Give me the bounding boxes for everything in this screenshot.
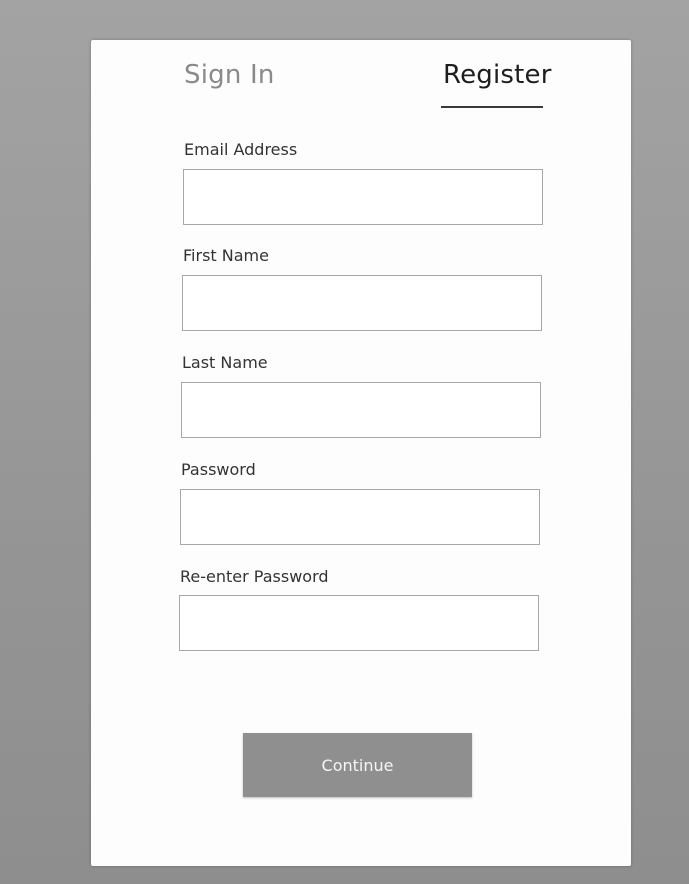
- active-tab-indicator: [441, 106, 543, 108]
- email-label: Email Address: [184, 140, 298, 159]
- tab-sign-in[interactable]: Sign In: [184, 58, 275, 92]
- first-name-label: First Name: [183, 246, 269, 265]
- last-name-field[interactable]: [181, 382, 541, 438]
- continue-button[interactable]: Continue: [243, 733, 472, 797]
- password-field[interactable]: [180, 489, 540, 545]
- password-label: Password: [181, 460, 256, 479]
- last-name-label: Last Name: [182, 353, 268, 372]
- tab-register[interactable]: Register: [443, 58, 552, 92]
- reenter-password-label: Re-enter Password: [180, 567, 329, 586]
- email-field[interactable]: [183, 169, 543, 225]
- first-name-field[interactable]: [182, 275, 542, 331]
- reenter-password-field[interactable]: [179, 595, 539, 651]
